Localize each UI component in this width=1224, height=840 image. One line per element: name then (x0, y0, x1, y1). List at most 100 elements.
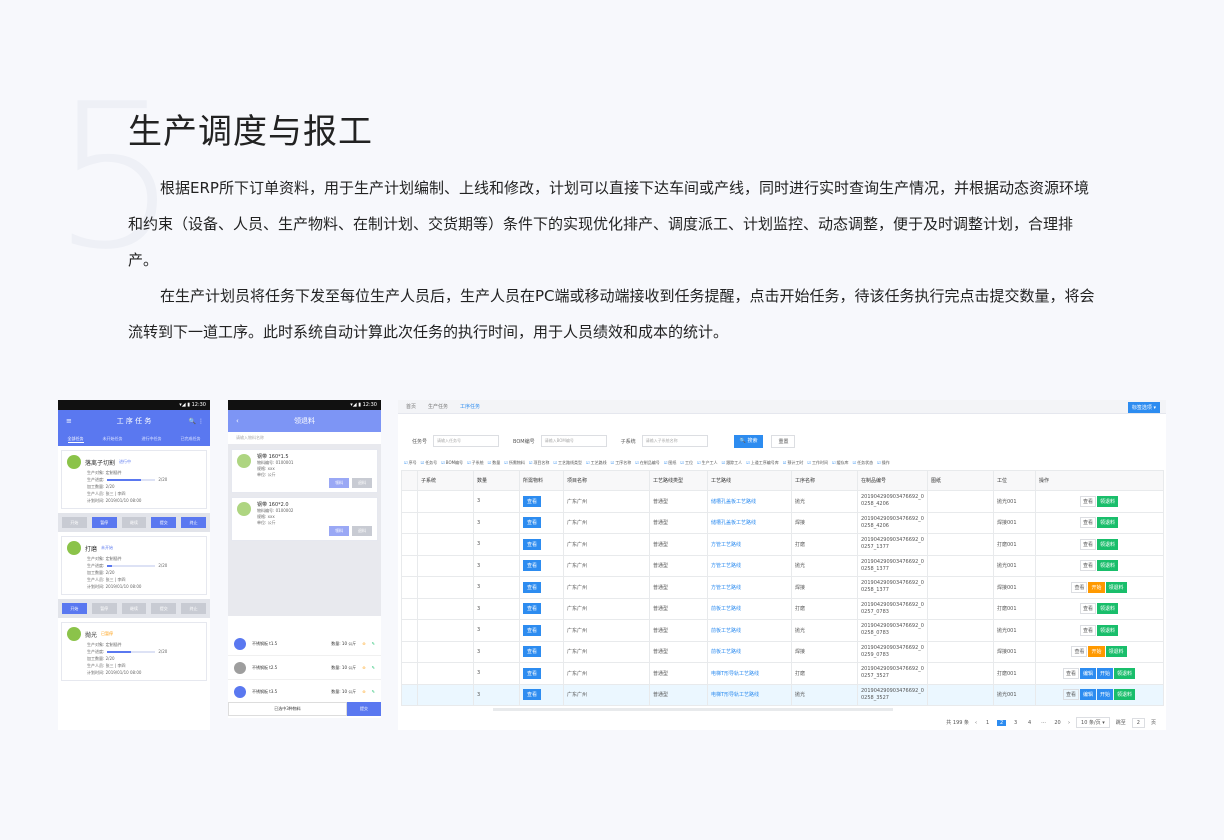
start-button[interactable]: 开始 (62, 603, 87, 614)
pick-button[interactable]: 领料 (329, 478, 349, 488)
search-input[interactable]: 请输入物料名称 (228, 432, 381, 444)
tab-in-progress[interactable]: 进行中任务 (142, 436, 162, 442)
task-card[interactable]: 抛光 已暂停 生产对象: 定制插件 生产进度: 2/20 加工数量: 2/20 生… (61, 622, 207, 681)
edit-icon[interactable]: ✎ (372, 689, 375, 694)
minus-icon[interactable]: ⊖ (362, 689, 365, 694)
table-row[interactable]: 3 查看 广东广州 普通型 储槽孔盖板工艺路线 抛光 201904290903476692_… (401, 490, 1164, 513)
column-toggle-checkbox[interactable]: 上道工序编号库 (746, 460, 779, 466)
column-toggle-checkbox[interactable]: 在制品编号 (635, 460, 660, 466)
back-icon[interactable]: ‹ (236, 417, 239, 425)
view-materials-button[interactable]: 查看 (523, 538, 542, 550)
task-card[interactable]: 打磨 未开始 生产对象: 定制插件 生产进度: 2/20 加工数量: 2/20 生… (61, 536, 207, 595)
column-toggle-checkbox[interactable]: 任务号 (421, 460, 437, 466)
row-action-button[interactable]: 领退料 (1114, 689, 1136, 701)
tab-completed[interactable]: 已完成任务 (181, 436, 201, 442)
row-action-button[interactable]: 开始 (1088, 646, 1105, 658)
column-header[interactable]: 项目名称 (563, 470, 650, 491)
view-materials-button[interactable]: 查看 (523, 603, 542, 615)
minus-icon[interactable]: ⊖ (362, 665, 365, 670)
start-button[interactable]: 开始 (62, 517, 87, 528)
column-toggle-checkbox[interactable]: 序号 (404, 460, 417, 466)
subsystem-input[interactable]: 请输入子系统名称 (641, 435, 708, 447)
column-header[interactable]: 工艺路线类型 (649, 470, 708, 491)
minus-icon[interactable]: ⊖ (362, 641, 365, 646)
page-size-select[interactable]: 10 条/页 ▾ (1076, 717, 1110, 728)
column-toggle-checkbox[interactable]: 图纸 (664, 460, 676, 466)
stop-button[interactable]: 终止 (181, 517, 206, 528)
submit-button[interactable]: 提交 (151, 603, 177, 614)
column-toggle-checkbox[interactable]: 工序名称 (611, 460, 631, 466)
bom-input[interactable]: 请输入BOM编号 (540, 435, 607, 447)
row-action-button[interactable]: 查看 (1079, 560, 1096, 572)
tab-all[interactable]: 全部任务 (67, 436, 84, 443)
table-row[interactable]: 3 查看 广东广州 普通型 方管工艺路线 抛光 201904290903476692_002… (401, 554, 1164, 577)
list-item[interactable]: 不锈钢板 t3.5 数量: 10 公斤 ⊖ ✎ (228, 680, 381, 704)
tab-home[interactable]: 首页 (406, 403, 416, 410)
row-action-button[interactable]: 编辑 (1079, 667, 1096, 679)
prev-page-icon[interactable]: ‹ (975, 720, 977, 726)
view-materials-button[interactable]: 查看 (523, 689, 542, 701)
column-toggle-checkbox[interactable]: 工艺路线 (586, 460, 607, 466)
menu-icon[interactable]: ≡ (66, 417, 72, 425)
next-page-icon[interactable]: › (1068, 720, 1070, 726)
view-materials-button[interactable]: 查看 (523, 560, 542, 572)
pause-button[interactable]: 暂停 (91, 517, 117, 528)
column-header[interactable]: 图纸 (927, 470, 994, 491)
table-row[interactable]: 3 查看 广东广州 普通型 前板工艺路线 焊接 201904290903476692_002… (401, 640, 1164, 663)
page-number[interactable]: 4 (1025, 720, 1034, 726)
column-toggle-checkbox[interactable]: 工位 (680, 460, 693, 466)
column-toggle-checkbox[interactable]: 缓存库 (832, 460, 849, 466)
column-toggle-checkbox[interactable]: BOM编号 (441, 460, 463, 466)
list-item[interactable]: 不锈钢板 t2.5 数量: 10 公斤 ⊖ ✎ (228, 656, 381, 680)
column-header[interactable]: 工序名称 (791, 470, 858, 491)
tab-production-task[interactable]: 生产任务 (428, 403, 448, 410)
column-toggle-checkbox[interactable]: 操作 (877, 460, 890, 466)
submit-button[interactable]: 提交 (151, 517, 177, 528)
column-toggle-checkbox[interactable]: 数量 (488, 460, 500, 466)
row-action-button[interactable]: 领退料 (1097, 560, 1119, 572)
row-action-button[interactable]: 领退料 (1105, 581, 1127, 593)
row-action-button[interactable]: 开始 (1097, 689, 1114, 701)
column-header[interactable]: 在制品编号 (857, 470, 928, 491)
view-materials-button[interactable]: 查看 (523, 646, 542, 658)
column-header[interactable]: 工艺路线 (707, 470, 792, 491)
row-action-button[interactable]: 查看 (1079, 495, 1096, 507)
table-row[interactable]: 3 查看 广东广州 普通型 前板工艺路线 打磨 201904290903476692_002… (401, 597, 1164, 620)
pause-button[interactable]: 暂停 (91, 603, 117, 614)
view-materials-button[interactable]: 查看 (523, 581, 542, 593)
view-materials-button[interactable]: 查看 (523, 624, 542, 636)
row-action-button[interactable]: 领退料 (1097, 624, 1119, 636)
task-card[interactable]: 落离子切割 进行中 生产对象: 定制插件 生产进度: 2/20 加工数量: 2/2… (61, 450, 207, 509)
page-number[interactable]: 2 (997, 719, 1007, 726)
tag-options-button[interactable]: 标签选项 ▾ (1127, 402, 1160, 413)
return-button[interactable]: 退料 (352, 478, 372, 488)
tab-not-started[interactable]: 未开始任务 (103, 436, 123, 442)
table-row[interactable]: 3 查看 广东广州 普通型 储槽孔盖板工艺路线 焊接 201904290903476692_… (401, 511, 1164, 534)
search-more-icons[interactable]: 🔍 ⋮ (189, 418, 204, 425)
row-action-button[interactable]: 编辑 (1079, 689, 1096, 701)
row-action-button[interactable]: 领退料 (1114, 667, 1136, 679)
column-toggle-checkbox[interactable]: 预计工时 (783, 460, 803, 466)
row-action-button[interactable]: 查看 (1079, 624, 1096, 636)
column-toggle-checkbox[interactable]: 所需物料 (504, 460, 525, 466)
column-toggle-checkbox[interactable]: 工艺路线类型 (553, 460, 582, 466)
row-action-button[interactable]: 查看 (1071, 581, 1088, 593)
row-action-button[interactable]: 领退料 (1097, 517, 1119, 529)
page-number[interactable]: 20 (1053, 720, 1062, 726)
edit-icon[interactable]: ✎ (372, 641, 375, 646)
table-row[interactable]: 3 查看 广东广州 普通型 电梯T形导轨工艺路线 打磨 201904290903476692… (401, 662, 1164, 685)
row-action-button[interactable]: 领退料 (1097, 495, 1119, 507)
tab-process-task[interactable]: 工序任务 (460, 403, 480, 410)
column-toggle-checkbox[interactable]: 生产工人 (697, 460, 718, 466)
list-item[interactable]: 不锈钢板 t1.5 数量: 10 公斤 ⊖ ✎ (228, 632, 381, 656)
return-button[interactable]: 退料 (352, 526, 372, 536)
edit-icon[interactable]: ✎ (372, 665, 375, 670)
stop-button[interactable]: 终止 (181, 603, 206, 614)
view-materials-button[interactable]: 查看 (523, 495, 542, 507)
material-card[interactable]: 钢带 160*1.5 物料编号: 0100001 规格: xxx 单位: 公斤 … (231, 449, 378, 493)
submit-button[interactable]: 提交 (347, 702, 381, 716)
row-action-button[interactable]: 查看 (1071, 646, 1088, 658)
row-action-button[interactable]: 查看 (1062, 667, 1079, 679)
column-toggle-checkbox[interactable]: 任务状态 (853, 460, 873, 466)
search-button[interactable]: 🔍 搜索 (733, 434, 764, 448)
